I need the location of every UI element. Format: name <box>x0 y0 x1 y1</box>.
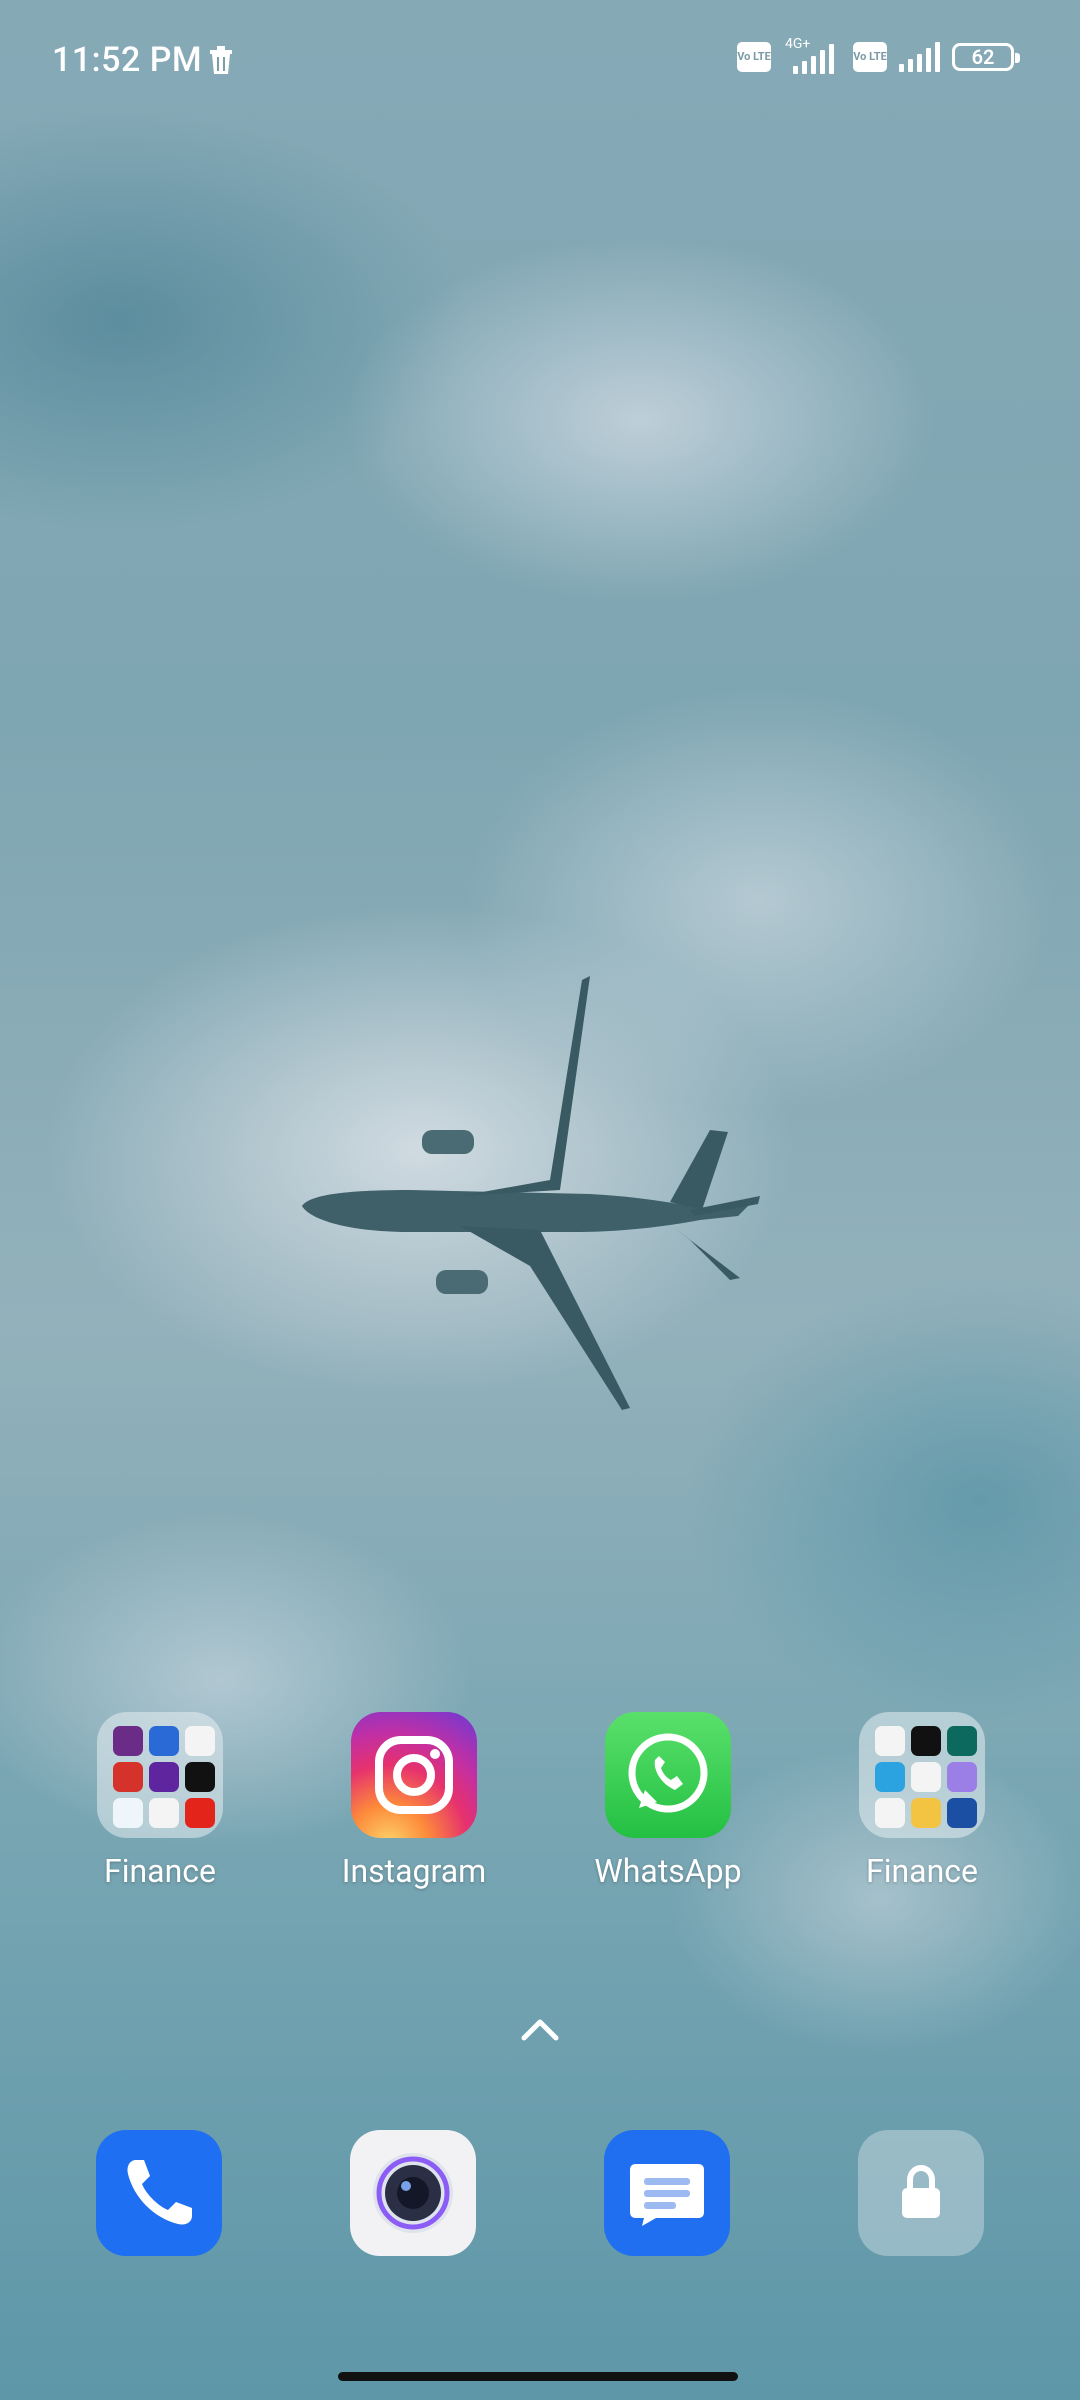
clock-time: 11:52 PM <box>52 40 203 80</box>
signal-bars-icon <box>899 42 940 72</box>
volte-text: Vo LTE <box>737 50 771 63</box>
whatsapp-app[interactable]: WhatsApp <box>568 1712 768 1890</box>
volte-text: Vo LTE <box>853 50 887 63</box>
messages-icon <box>630 2164 704 2226</box>
dock <box>0 2130 1080 2260</box>
finance-folder-2[interactable]: Finance <box>822 1712 1022 1890</box>
home-screen-apps: Finance Instagram WhatsApp Finance <box>0 1712 1080 1912</box>
lock-icon <box>902 2164 940 2218</box>
phone-app[interactable] <box>96 2130 222 2256</box>
signal-bars-icon <box>793 44 834 74</box>
airplane-wallpaper-image <box>302 976 760 1410</box>
camera-app[interactable] <box>350 2130 476 2256</box>
instagram-icon <box>351 1712 477 1838</box>
folder-icon <box>859 1712 985 1838</box>
app-label: Finance <box>104 1852 216 1890</box>
chevron-up-icon[interactable] <box>520 2016 560 2042</box>
app-label: Finance <box>866 1852 978 1890</box>
status-icons: Vo LTE 4G+ Vo LTE 62 <box>737 36 1020 74</box>
instagram-app[interactable]: Instagram <box>314 1712 514 1890</box>
app-label: Instagram <box>341 1852 487 1890</box>
camera-lens-icon <box>373 2153 453 2233</box>
finance-folder[interactable]: Finance <box>60 1712 260 1890</box>
messages-app[interactable] <box>604 2130 730 2256</box>
battery-level: 62 <box>971 45 995 69</box>
trash-icon <box>210 46 232 74</box>
volte-badge-sim1: Vo LTE <box>737 42 771 72</box>
folder-icon <box>97 1712 223 1838</box>
phone-icon <box>127 2160 192 2225</box>
whatsapp-icon <box>605 1712 731 1838</box>
battery-icon: 62 <box>952 43 1020 71</box>
app-label: WhatsApp <box>594 1852 742 1890</box>
status-bar: 11:52 PM Vo LTE 4G+ Vo LTE 62 <box>0 0 1080 120</box>
locked-app[interactable] <box>858 2130 984 2256</box>
gesture-nav-bar[interactable] <box>338 2372 738 2381</box>
volte-badge-sim2: Vo LTE <box>853 42 887 72</box>
signal-sim1: 4G+ <box>783 36 841 74</box>
